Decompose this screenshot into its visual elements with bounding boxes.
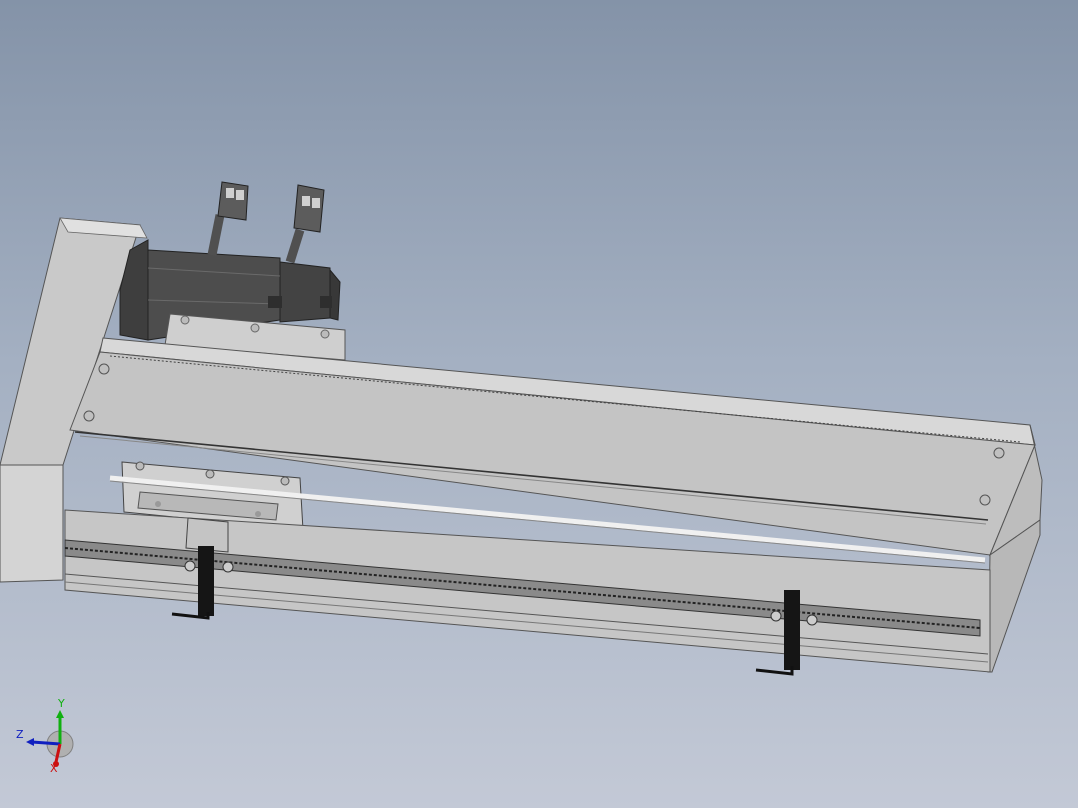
servo-motor (119, 181, 341, 341)
y-axis-label: Y (57, 697, 65, 710)
y-axis-arrowhead (56, 710, 64, 718)
z-axis (31, 740, 61, 746)
z-axis-arrowhead (26, 738, 34, 746)
end-block-side (0, 464, 64, 583)
z-axis-label: Z (16, 728, 24, 741)
3d-viewport[interactable]: Y Z X (0, 0, 1078, 808)
linear-actuator-model[interactable] (0, 0, 1078, 808)
x-axis-label: X (50, 762, 58, 774)
orientation-triad: Y Z X (16, 697, 74, 774)
